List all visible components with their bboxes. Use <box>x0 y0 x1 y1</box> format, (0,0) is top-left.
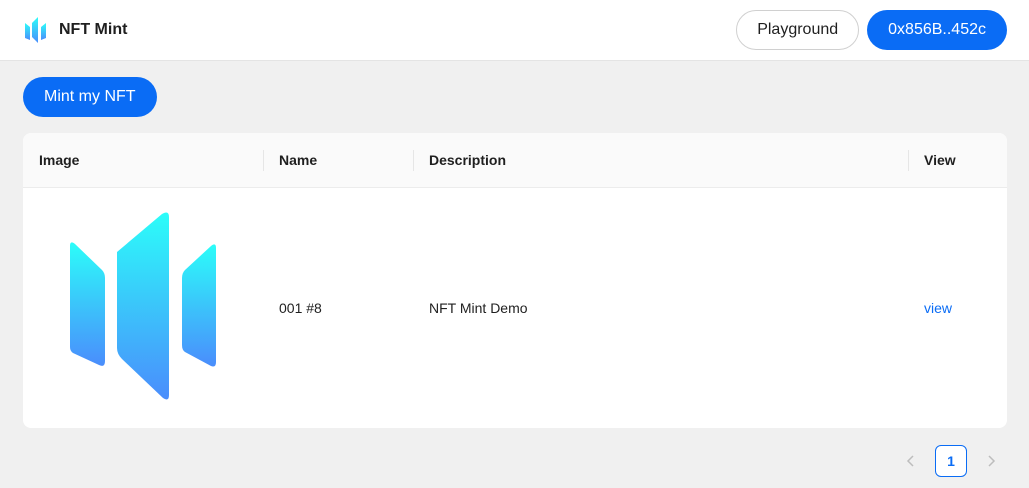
table-header: Image Name Description View <box>23 133 1007 188</box>
app-header: NFT Mint Playground 0x856B..452c <box>0 0 1029 61</box>
nft-name: 001 #8 <box>279 300 322 316</box>
nft-mint-logo-icon <box>24 16 50 44</box>
nft-image-cell <box>23 188 263 428</box>
column-header-description: Description <box>413 133 908 188</box>
mint-nft-button[interactable]: Mint my NFT <box>23 77 157 117</box>
nft-logo-image <box>67 212 217 405</box>
playground-button[interactable]: Playground <box>736 10 860 50</box>
header-actions: Playground 0x856B..452c <box>736 10 1007 50</box>
column-header-name: Name <box>263 133 413 188</box>
wallet-address-button[interactable]: 0x856B..452c <box>867 10 1007 50</box>
nft-table: Image Name Description View 001 #8 NFT M… <box>23 133 1007 428</box>
table-row: 001 #8 NFT Mint Demo view <box>23 188 1007 428</box>
app-title: NFT Mint <box>59 21 128 38</box>
page-number-1[interactable]: 1 <box>935 445 967 477</box>
view-link[interactable]: view <box>924 300 952 316</box>
brand[interactable]: NFT Mint <box>24 16 127 44</box>
column-header-view: View <box>908 133 1007 188</box>
pagination: 1 <box>895 445 1007 477</box>
view-cell: view <box>908 188 1007 428</box>
nft-description: NFT Mint Demo <box>429 300 528 316</box>
chevron-right-icon[interactable] <box>975 445 1007 477</box>
chevron-left-icon[interactable] <box>895 445 927 477</box>
column-header-image: Image <box>39 152 80 168</box>
